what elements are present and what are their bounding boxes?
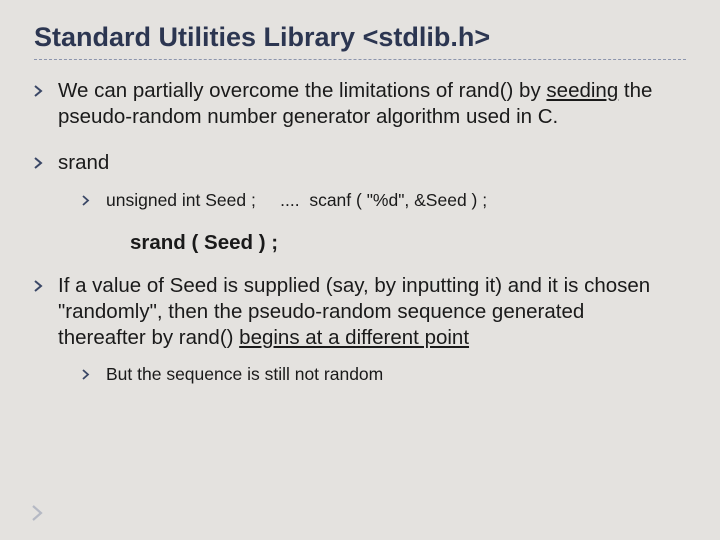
bullet-arrow-icon [82, 363, 106, 387]
code-srand-call: srand ( Seed ) ; [130, 231, 686, 255]
title-divider [34, 59, 686, 60]
bullet-1: We can partially overcome the limitation… [34, 78, 686, 130]
bullet-3: If a value of Seed is supplied (say, by … [34, 273, 686, 388]
bullet-2: srand unsigned int Seed ; .... scanf ( "… [34, 150, 686, 212]
bullet-1-text: We can partially overcome the limitation… [58, 78, 672, 130]
bullet-arrow-icon [34, 78, 58, 130]
footer-arrow-icon [32, 505, 46, 526]
slide: Standard Utilities Library <stdlib.h> We… [0, 0, 720, 413]
bullet-arrow-icon [34, 273, 58, 388]
bullet-1-pre: We can partially overcome the limitation… [58, 79, 546, 102]
bullet-2a-text: unsigned int Seed ; .... scanf ( "%d", &… [106, 189, 672, 213]
page-title: Standard Utilities Library <stdlib.h> [34, 22, 686, 59]
bullet-1-seeding: seeding [546, 79, 618, 102]
bullet-2-label: srand [58, 151, 109, 174]
bullet-3-text: If a value of Seed is supplied (say, by … [58, 273, 672, 388]
bullet-3a: But the sequence is still not random [82, 363, 672, 387]
bullet-2a: unsigned int Seed ; .... scanf ( "%d", &… [82, 189, 672, 213]
bullet-arrow-icon [34, 150, 58, 212]
bullet-2-text: srand unsigned int Seed ; .... scanf ( "… [58, 150, 672, 212]
bullet-3a-text: But the sequence is still not random [106, 363, 672, 387]
bullet-arrow-icon [82, 189, 106, 213]
bullet-3-begins: begins at a different point [239, 326, 469, 349]
